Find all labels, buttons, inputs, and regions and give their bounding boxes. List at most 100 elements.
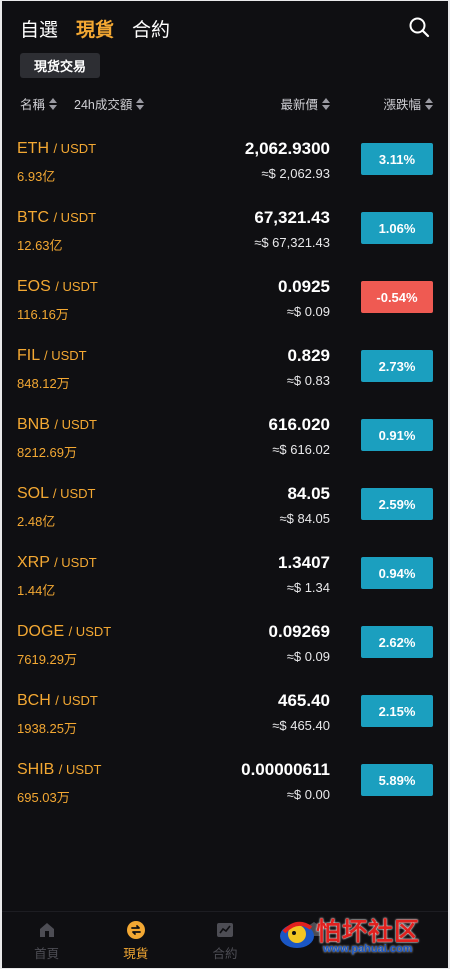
market-row-eos[interactable]: EOS / USDT 116.16万 0.0925 ≈$ 0.09 -0.54%: [2, 264, 448, 333]
last-price: 0.0925: [278, 277, 330, 296]
symbol: DOGE / USDT: [17, 623, 111, 641]
symbol: BNB / USDT: [17, 416, 97, 434]
change-badge: -0.54%: [361, 281, 433, 313]
change-badge: 2.15%: [361, 695, 433, 727]
usd-approx: ≈$ 0.00: [286, 787, 330, 802]
base-asset: DOGE: [17, 623, 65, 640]
change-badge: 5.89%: [361, 764, 433, 796]
market-row-sol[interactable]: SOL / USDT 2.48亿 84.05 ≈$ 84.05 2.59%: [2, 471, 448, 540]
sort-by-name[interactable]: 名稱: [20, 94, 58, 113]
symbol: SHIB / USDT: [17, 761, 101, 779]
market-row-shib[interactable]: SHIB / USDT 695.03万 0.00000611 ≈$ 0.00 5…: [2, 747, 448, 816]
change-badge: 0.94%: [361, 557, 433, 589]
last-price: 0.829: [287, 346, 330, 365]
market-row-xrp[interactable]: XRP / USDT 1.44亿 1.3407 ≈$ 1.34 0.94%: [2, 540, 448, 609]
home-icon: [39, 923, 54, 937]
last-price: 0.09269: [268, 622, 330, 641]
change-badge: 1.06%: [361, 212, 433, 244]
change-badge: 2.62%: [361, 626, 433, 658]
usd-approx: ≈$ 0.83: [286, 373, 330, 388]
nav-home[interactable]: 首頁: [2, 912, 91, 968]
symbol: ETH / USDT: [17, 140, 96, 158]
spot-trading-chip[interactable]: 現货交易: [20, 53, 101, 78]
volume-24h: 7619.29万: [17, 652, 77, 667]
usd-approx: ≈$ 67,321.43: [254, 235, 330, 250]
volume-24h: 8212.69万: [17, 445, 77, 460]
sort-arrows-icon: [49, 97, 58, 110]
nav-spot-label: 現貨: [123, 947, 149, 961]
volume-24h: 116.16万: [17, 307, 69, 322]
usd-approx: ≈$ 0.09: [286, 304, 330, 319]
volume-24h: 1.44亿: [17, 583, 56, 598]
quote-asset: / USDT: [43, 348, 87, 363]
sort-arrows-icon: [425, 97, 433, 110]
sort-change-label: 漲跌幅: [383, 98, 421, 112]
usd-approx: ≈$ 1.34: [286, 580, 330, 595]
symbol: BCH / USDT: [17, 692, 98, 710]
quote-asset: / USDT: [55, 693, 98, 708]
usd-approx: ≈$ 84.05: [279, 511, 330, 526]
site-watermark: 怕坏社区 www.pahuai.com: [268, 912, 438, 956]
sort-by-volume[interactable]: 24h成交額: [74, 94, 145, 113]
spot-exchange-icon: [126, 921, 145, 939]
nav-contract-label: 合約: [212, 947, 238, 961]
base-asset: SOL: [17, 485, 49, 502]
market-row-eth[interactable]: ETH / USDT 6.93亿 2,062.9300 ≈$ 2,062.93 …: [2, 126, 448, 195]
symbol: EOS / USDT: [17, 278, 98, 296]
symbol: FIL / USDT: [17, 347, 87, 365]
base-asset: EOS: [17, 278, 51, 295]
sort-by-change[interactable]: 漲跌幅: [383, 94, 433, 113]
base-asset: BTC: [17, 209, 49, 226]
sort-header-row: 名稱 24h成交額 最新價 漲跌幅: [2, 91, 448, 113]
symbol: SOL / USDT: [17, 485, 96, 503]
nav-contract[interactable]: 合約: [180, 912, 269, 968]
market-row-doge[interactable]: DOGE / USDT 7619.29万 0.09269 ≈$ 0.09 2.6…: [2, 609, 448, 678]
quote-asset: / USDT: [52, 486, 96, 501]
quote-asset: / USDT: [68, 624, 112, 639]
volume-24h: 2.48亿: [17, 514, 56, 529]
contract-chart-icon: [217, 923, 233, 937]
tab-favorites[interactable]: 自選: [20, 15, 58, 42]
tab-contract[interactable]: 合約: [132, 15, 170, 42]
last-price: 84.05: [287, 484, 330, 503]
change-badge: 3.11%: [361, 143, 433, 175]
market-tabs: 自選 現貨 合約: [20, 15, 170, 42]
base-asset: XRP: [17, 554, 50, 571]
usd-approx: ≈$ 0.09: [286, 649, 330, 664]
quote-asset: / USDT: [58, 762, 102, 777]
pahuai-logo-icon: [280, 921, 314, 948]
last-price: 465.40: [278, 691, 330, 710]
base-asset: ETH: [17, 140, 49, 157]
base-asset: SHIB: [17, 761, 55, 778]
sort-name-label: 名稱: [20, 98, 46, 112]
quote-asset: / USDT: [54, 417, 97, 432]
tab-spot[interactable]: 現貨: [76, 15, 114, 42]
quote-asset: / USDT: [53, 210, 97, 225]
symbol: XRP / USDT: [17, 554, 97, 572]
last-price: 67,321.43: [254, 208, 330, 227]
last-price: 1.3407: [278, 553, 330, 572]
nav-spot[interactable]: 現貨: [91, 912, 180, 968]
sort-by-price[interactable]: 最新價: [280, 94, 330, 113]
quote-asset: / USDT: [54, 555, 97, 570]
sort-arrows-icon: [322, 97, 330, 110]
app-screen: 自選 現貨 合約 現货交易 名稱 24h成交額 最新價 漲跌幅 ETH / US…: [2, 1, 448, 968]
change-badge: 0.91%: [361, 419, 433, 451]
market-row-bch[interactable]: BCH / USDT 1938.25万 465.40 ≈$ 465.40 2.1…: [2, 678, 448, 747]
change-badge: 2.59%: [361, 488, 433, 520]
market-row-fil[interactable]: FIL / USDT 848.12万 0.829 ≈$ 0.83 2.73%: [2, 333, 448, 402]
nav-home-label: 首頁: [34, 947, 60, 961]
base-asset: BNB: [17, 416, 50, 433]
market-row-bnb[interactable]: BNB / USDT 8212.69万 616.020 ≈$ 616.02 0.…: [2, 402, 448, 471]
sort-price-label: 最新價: [280, 98, 318, 112]
market-list: ETH / USDT 6.93亿 2,062.9300 ≈$ 2,062.93 …: [2, 126, 448, 816]
change-badge: 2.73%: [361, 350, 433, 382]
volume-24h: 695.03万: [17, 790, 70, 805]
usd-approx: ≈$ 465.40: [272, 718, 330, 733]
market-row-btc[interactable]: BTC / USDT 12.63亿 67,321.43 ≈$ 67,321.43…: [2, 195, 448, 264]
search-icon[interactable]: [408, 16, 430, 38]
usd-approx: ≈$ 616.02: [272, 442, 330, 457]
quote-asset: / USDT: [53, 141, 97, 156]
last-price: 616.020: [268, 415, 330, 434]
usd-approx: ≈$ 2,062.93: [261, 166, 330, 181]
